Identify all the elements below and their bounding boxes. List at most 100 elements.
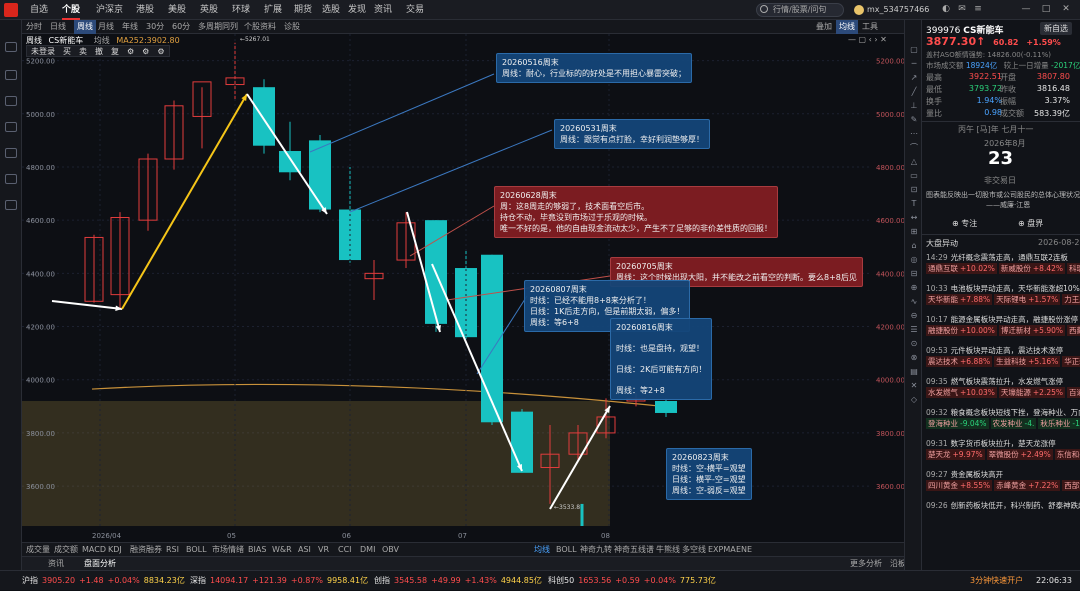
- drawing-tool-icon[interactable]: ⊥: [909, 102, 919, 110]
- index-ticker[interactable]: 深指 14094.17 +121.39 +0.87% 9958.41亿: [190, 571, 368, 591]
- period-tab[interactable]: 60分: [172, 20, 190, 34]
- news-item[interactable]: 14:29 光纤概念震荡走高，通鼎互联2连板: [926, 252, 1080, 263]
- period-tab[interactable]: 30分: [146, 20, 164, 34]
- news-item[interactable]: 09:27 贵金属板块高开: [926, 469, 1080, 480]
- news-item[interactable]: 09:32粮食概念板块短线下挫，登海种业、万向德农跌超: [926, 407, 1080, 418]
- nav-item[interactable]: 扩展: [264, 0, 282, 20]
- stock-tag[interactable]: 博迁新材 +5.90%: [998, 325, 1066, 336]
- indicator-tab[interactable]: 成交量: [26, 543, 50, 557]
- drawing-tool-icon[interactable]: ⊕: [909, 284, 919, 292]
- search-input[interactable]: 行情/股票/问句: [756, 3, 844, 17]
- chart-option[interactable]: 叠加: [816, 20, 832, 34]
- stock-tag[interactable]: 赤峰黄金 +7.22%: [994, 480, 1061, 491]
- indicator-tab[interactable]: DMI: [360, 543, 375, 557]
- indicator-tab[interactable]: 市场情绪: [212, 543, 244, 557]
- stock-tag[interactable]: 天华新能 +7.88%: [926, 294, 993, 305]
- indicator-tab[interactable]: MACD: [82, 543, 106, 557]
- stock-tag[interactable]: 秋乐种业-15.21%: [1038, 418, 1080, 429]
- home-icon[interactable]: [5, 42, 17, 52]
- trade-tool-button[interactable]: 未登录: [27, 47, 59, 56]
- drawing-tool-icon[interactable]: ⌂: [909, 242, 919, 250]
- chart-option[interactable]: 均线: [836, 20, 858, 34]
- news-item[interactable]: 10:33 电池板块异动走高，天华新能涨超10%: [926, 283, 1080, 294]
- diamond-icon[interactable]: [5, 200, 17, 210]
- trade-tool-button[interactable]: ⚙: [138, 47, 153, 56]
- drawing-tool-icon[interactable]: ⊟: [909, 270, 919, 278]
- stock-tag[interactable]: 融捷股份 +10.00%: [926, 325, 997, 336]
- drawing-tool-icon[interactable]: ⊙: [909, 340, 919, 348]
- index-ticker[interactable]: 沪指 3905.20 +1.48 +0.04% 8834.23亿: [22, 571, 185, 591]
- overlay-tab[interactable]: 均线: [534, 543, 550, 557]
- drawing-tool-icon[interactable]: ⊖: [909, 312, 919, 320]
- nav-item[interactable]: 资讯: [374, 0, 392, 20]
- nav-item[interactable]: 选股: [322, 0, 340, 20]
- news-item[interactable]: 09:31 数字货币板块拉升，楚天龙涨停: [926, 438, 1080, 449]
- news-item[interactable]: 10:17 能源金属板块异动走高，融捷股份涨停: [926, 314, 1080, 325]
- monitor-icon[interactable]: [5, 70, 17, 80]
- stock-tag[interactable]: 西部黄金+3.79%: [1062, 480, 1080, 491]
- drawing-tool-icon[interactable]: ⋯: [909, 130, 919, 138]
- drawing-tool-icon[interactable]: ☰: [909, 326, 919, 334]
- drawing-tool-icon[interactable]: ⊞: [909, 228, 919, 236]
- indicator-tab[interactable]: 成交额: [54, 543, 78, 557]
- period-tab[interactable]: 周线: [74, 20, 96, 34]
- analysis-note[interactable]: 20260628周末 周：这8周走的够弱了，技术面看空后市。 持仓不动，毕竟没到市场…: [494, 186, 778, 238]
- menu-icon[interactable]: ≡: [972, 3, 984, 15]
- news-item[interactable]: 09:35 燃气板块震荡拉升，水发燃气涨停: [926, 376, 1080, 387]
- nav-item[interactable]: 个股: [62, 0, 81, 20]
- indicator-tab[interactable]: KDJ: [108, 543, 122, 557]
- news-item[interactable]: 09:53 元件板块异动走高，震达技术涨停: [926, 345, 1080, 356]
- drawing-tool-icon[interactable]: ↔: [909, 214, 919, 222]
- stock-tag[interactable]: 百通燃气+2.99%: [1067, 387, 1080, 398]
- drawing-tool-icon[interactable]: ◇: [909, 396, 919, 404]
- period-tab[interactable]: 分时: [26, 20, 42, 34]
- share-button[interactable]: ⊕ 盘界: [1018, 218, 1043, 229]
- drawing-tool-icon[interactable]: ⊡: [909, 186, 919, 194]
- drawing-tool-icon[interactable]: ▢: [909, 46, 919, 54]
- nav-item[interactable]: 港股: [136, 0, 154, 20]
- overlay-tab[interactable]: 神奇五线谱: [614, 543, 654, 557]
- drawing-tool-icon[interactable]: ◎: [909, 256, 919, 264]
- trade-tool-button[interactable]: 复: [107, 47, 123, 56]
- stock-tag[interactable]: 新威股份 +8.42%: [998, 263, 1066, 274]
- analysis-note[interactable]: 20260516周末 周线：耐心，行业标的的好处是不用担心暴雷突破；: [496, 53, 692, 83]
- drawing-tool-icon[interactable]: ▤: [909, 368, 919, 376]
- analysis-note[interactable]: 20260823周末 时线：空-横平=观望 日线：横平-空=观望 周线：空-弱反=观望: [666, 448, 752, 500]
- overlay-tab[interactable]: EXPMA: [708, 543, 736, 557]
- analysis-note[interactable]: 20260531周末 周线：跟觉有点打脸，幸好利润垫够厚！: [554, 119, 710, 149]
- period-tab[interactable]: 诊股: [284, 20, 300, 34]
- stock-tag[interactable]: 水发燃气 +10.03%: [926, 387, 997, 398]
- stock-tag[interactable]: 震达技术 +6.88%: [926, 356, 993, 367]
- follow-button[interactable]: ⊕ 专注: [952, 218, 977, 229]
- overlay-tab[interactable]: ENE: [736, 543, 752, 557]
- drawing-tool-icon[interactable]: △: [909, 158, 919, 166]
- chart-option[interactable]: 工具: [862, 20, 878, 34]
- stock-tag[interactable]: 华正新材+5.10%: [1062, 356, 1080, 367]
- gauge-icon[interactable]: [5, 122, 17, 132]
- stock-tag[interactable]: 力王股份+0.52%: [1062, 294, 1080, 305]
- news-item[interactable]: 09:26创新药板块低开，科兴制药、舒泰神跌超5%: [926, 500, 1080, 511]
- close-icon[interactable]: ✕: [1060, 3, 1072, 15]
- chart-icon[interactable]: [5, 148, 17, 158]
- period-tab[interactable]: 个股资料: [244, 20, 276, 34]
- overlay-tab[interactable]: 多空线: [682, 543, 706, 557]
- drawing-tool-icon[interactable]: ✎: [909, 116, 919, 124]
- indicator-tab[interactable]: W&R: [272, 543, 292, 557]
- trade-tool-button[interactable]: 撤: [91, 47, 107, 56]
- period-tab[interactable]: 年线: [122, 20, 138, 34]
- stock-tag[interactable]: 登海种业 -9.04%: [926, 418, 989, 429]
- document-icon[interactable]: [5, 96, 17, 106]
- period-tab[interactable]: 日线: [50, 20, 66, 34]
- drawing-tool-icon[interactable]: ↗: [909, 74, 919, 82]
- add-watchlist-button[interactable]: 新自选: [1040, 22, 1072, 35]
- skin-icon[interactable]: ◐: [940, 3, 952, 15]
- index-ticker[interactable]: 创指 3545.58 +49.99 +1.43% 4944.85亿: [374, 571, 542, 591]
- drawing-tool-icon[interactable]: ∿: [909, 298, 919, 306]
- drawing-tool-icon[interactable]: ⊗: [909, 354, 919, 362]
- stock-tag[interactable]: 东信和平+9.99%: [1054, 449, 1080, 460]
- indicator-tab[interactable]: BIAS: [248, 543, 266, 557]
- kline-chart[interactable]: ←5267.01 ←3533.86 5200.00 5200.00 5000.00 50…: [22, 34, 904, 542]
- indicator-tab[interactable]: BOLL: [186, 543, 207, 557]
- indicator-tab[interactable]: 融资融券: [130, 543, 162, 557]
- trade-tool-button[interactable]: 卖: [75, 47, 91, 56]
